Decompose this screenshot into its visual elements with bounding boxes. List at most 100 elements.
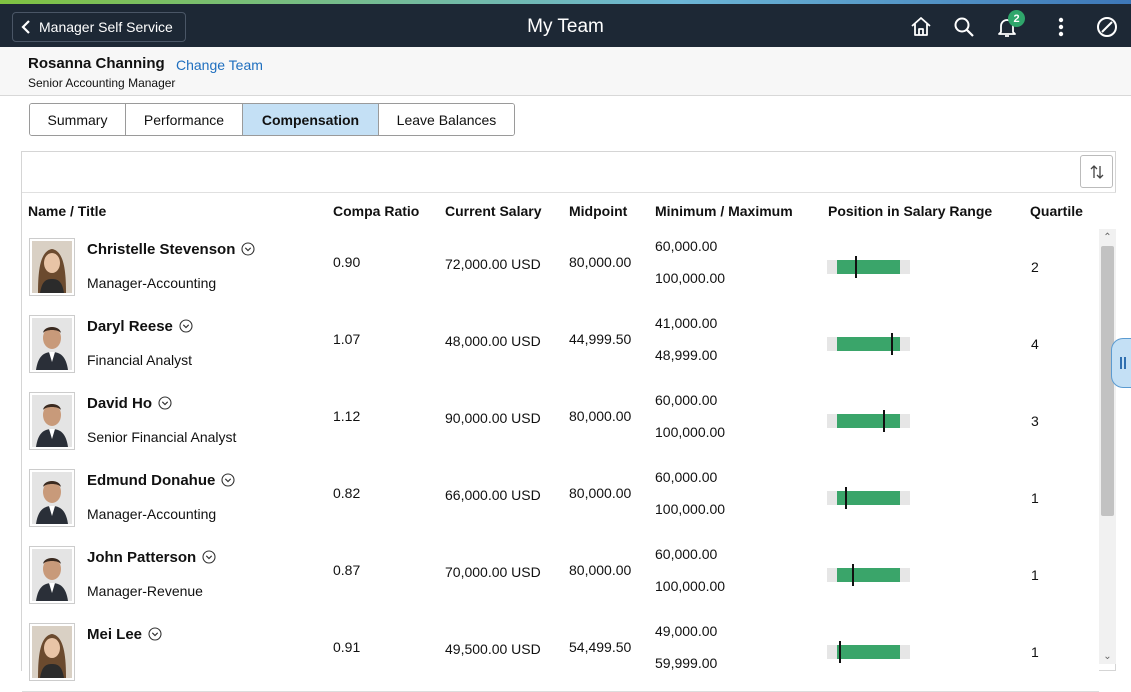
compa-ratio-value: 1.07	[333, 331, 361, 347]
employee-title: Senior Financial Analyst	[87, 429, 237, 445]
salary-position-marker	[883, 410, 886, 432]
minimum-value: 60,000.00	[655, 238, 718, 254]
male-portrait-icon	[29, 546, 75, 604]
midpoint-value: 80,000.00	[569, 254, 632, 270]
manager-title: Senior Accounting Manager	[28, 76, 176, 90]
col-current-salary[interactable]: Current Salary	[445, 203, 541, 219]
quartile-value: 1	[1031, 644, 1039, 660]
salary-range-bar	[827, 564, 910, 586]
table-row[interactable]: Daryl Reese Financial Analyst 1.07 48,000.0…	[22, 306, 1099, 384]
minimum-value: 60,000.00	[655, 392, 718, 408]
quartile-value: 1	[1031, 567, 1039, 583]
salary-range-bar	[827, 333, 910, 355]
minimum-value: 60,000.00	[655, 546, 718, 562]
chevron-down-icon[interactable]	[158, 396, 172, 410]
midpoint-value: 80,000.00	[569, 408, 632, 424]
current-salary-value: 90,000.00 USD	[445, 410, 541, 426]
employee-title: Manager-Accounting	[87, 275, 217, 291]
current-salary-value: 49,500.00 USD	[445, 641, 541, 657]
employee-name[interactable]: Mei Lee	[87, 626, 162, 643]
compa-ratio-value: 0.82	[333, 485, 361, 501]
maximum-value: 100,000.00	[655, 578, 726, 594]
employee-title: Manager-Revenue	[87, 583, 203, 599]
tab-leave-balances[interactable]: Leave Balances	[379, 104, 514, 135]
employee-name[interactable]: Christelle Stevenson	[87, 241, 255, 258]
minimum-value: 49,000.00	[655, 623, 718, 639]
female-portrait-icon	[29, 623, 75, 681]
quartile-value: 1	[1031, 490, 1039, 506]
quartile-value: 3	[1031, 413, 1039, 429]
change-team-link[interactable]: Change Team	[176, 57, 263, 73]
current-salary-value: 66,000.00 USD	[445, 487, 541, 503]
column-header-row: Name / Title Compa Ratio Current Salary …	[22, 192, 1116, 230]
current-salary-value: 70,000.00 USD	[445, 564, 541, 580]
employee-title: Financial Analyst	[87, 352, 193, 368]
current-salary-value: 72,000.00 USD	[445, 256, 541, 272]
salary-range-bar	[827, 487, 910, 509]
vertical-scrollbar[interactable]: ⌃ ⌄	[1099, 229, 1116, 664]
scroll-up-icon[interactable]: ⌃	[1099, 230, 1116, 244]
manager-header: Rosanna Channing Change Team Senior Acco…	[0, 47, 1131, 96]
col-min-max[interactable]: Minimum / Maximum	[655, 203, 793, 219]
col-quartile[interactable]: Quartile	[1030, 203, 1083, 219]
salary-range-fill	[837, 645, 900, 659]
salary-range-fill	[837, 414, 900, 428]
male-portrait-icon	[29, 392, 75, 450]
salary-range-bar	[827, 256, 910, 278]
table-row[interactable]: Mei Lee 0.91 49,500.00 USD 54,499.50 49,000.…	[22, 614, 1099, 692]
actions-menu-button[interactable]	[1048, 14, 1074, 40]
salary-position-marker	[839, 641, 842, 663]
salary-range-fill	[837, 568, 900, 582]
col-compa-ratio[interactable]: Compa Ratio	[333, 203, 419, 219]
tab-summary[interactable]: Summary	[30, 104, 126, 135]
table-row[interactable]: Edmund Donahue Manager-Accounting 0.82 66,0…	[22, 460, 1099, 538]
chevron-down-icon[interactable]	[221, 473, 235, 487]
salary-range-fill	[837, 260, 900, 274]
midpoint-value: 80,000.00	[569, 562, 632, 578]
sort-button[interactable]	[1080, 155, 1113, 188]
navbar-button[interactable]	[1094, 14, 1120, 40]
tab-bar: Summary Performance Compensation Leave B…	[29, 103, 515, 136]
quartile-value: 4	[1031, 336, 1039, 352]
tab-performance[interactable]: Performance	[126, 104, 243, 135]
sort-icon	[1090, 164, 1103, 179]
back-button[interactable]: Manager Self Service	[12, 12, 186, 42]
scroll-down-icon[interactable]: ⌄	[1099, 649, 1116, 663]
compa-ratio-value: 0.90	[333, 254, 361, 270]
notification-badge: 2	[1008, 10, 1025, 27]
top-navbar: Manager Self Service My Team 2	[0, 4, 1131, 47]
tab-compensation[interactable]: Compensation	[243, 104, 379, 135]
chevron-down-icon[interactable]	[179, 319, 193, 333]
home-icon	[911, 17, 931, 36]
employee-name[interactable]: Daryl Reese	[87, 318, 193, 335]
employee-name[interactable]: David Ho	[87, 395, 172, 412]
minimum-value: 41,000.00	[655, 315, 718, 331]
male-portrait-icon	[29, 469, 75, 527]
employee-name[interactable]: Edmund Donahue	[87, 472, 235, 489]
col-name-title[interactable]: Name / Title	[28, 203, 106, 219]
side-panel-handle[interactable]	[1111, 338, 1131, 388]
col-midpoint[interactable]: Midpoint	[569, 203, 627, 219]
chevron-down-icon[interactable]	[202, 550, 216, 564]
salary-range-bar	[827, 641, 910, 663]
salary-position-marker	[891, 333, 894, 355]
notifications-button[interactable]: 2	[994, 10, 1025, 40]
maximum-value: 100,000.00	[655, 424, 726, 440]
employee-title: Manager-Accounting	[87, 506, 217, 522]
chevron-down-icon[interactable]	[241, 242, 255, 256]
search-button[interactable]	[951, 14, 977, 40]
chevron-left-icon	[21, 20, 30, 34]
midpoint-value: 44,999.50	[569, 331, 632, 347]
table-row[interactable]: David Ho Senior Financial Analyst 1.12 90,0…	[22, 383, 1099, 461]
pause-bars-icon	[1119, 357, 1126, 369]
current-salary-value: 48,000.00 USD	[445, 333, 541, 349]
chevron-down-icon[interactable]	[148, 627, 162, 641]
home-button[interactable]	[908, 14, 934, 40]
table-row[interactable]: John Patterson Manager-Revenue 0.87 70,000.…	[22, 537, 1099, 615]
table-row[interactable]: Christelle Stevenson Manager-Accounting 0.…	[22, 229, 1099, 307]
employee-name[interactable]: John Patterson	[87, 549, 216, 566]
col-position-in-range[interactable]: Position in Salary Range	[828, 203, 992, 219]
search-icon	[954, 17, 974, 37]
maximum-value: 48,999.00	[655, 347, 718, 363]
female-portrait-icon	[29, 238, 75, 296]
